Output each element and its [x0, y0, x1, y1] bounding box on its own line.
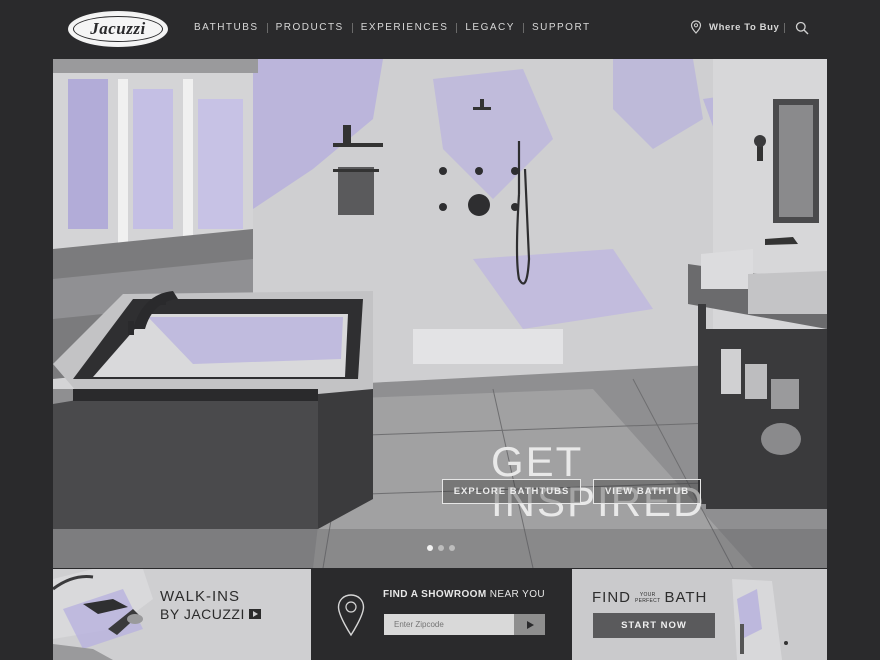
start-now-button[interactable]: START NOW: [593, 613, 715, 638]
zipcode-input[interactable]: [384, 614, 514, 635]
where-to-buy-link[interactable]: Where To Buy: [690, 20, 779, 34]
nav-legacy[interactable]: LEGACY: [457, 22, 523, 33]
hero-banner: GET INSPIRED: [53, 59, 827, 568]
play-icon: [248, 609, 261, 619]
walkins-title: WALK-INS: [160, 588, 240, 605]
logo-text: Jacuzzi: [90, 19, 146, 38]
showroom-panel: FIND A SHOWROOM NEAR YOU: [312, 569, 571, 660]
walkins-subtitle-row: BY JACUZZI: [160, 606, 261, 622]
find-bath-panel: FIND YOUR PERFECT BATH START NOW: [572, 569, 827, 660]
header-divider: [784, 23, 785, 33]
perfect-word: PERFECT: [635, 597, 661, 604]
explore-bathtubs-button[interactable]: EXPLORE BATHTUBS: [442, 479, 581, 504]
carousel-dot-1[interactable]: [427, 545, 433, 551]
carousel-dot-2[interactable]: [438, 545, 444, 551]
bathroom-hero-image: [53, 59, 827, 568]
jacuzzi-logo[interactable]: Jacuzzi: [68, 11, 168, 47]
play-arrow-icon: [526, 620, 534, 629]
nav-products[interactable]: PRODUCTS: [268, 22, 352, 33]
location-pin-icon: [337, 594, 365, 637]
nav-support[interactable]: SUPPORT: [524, 22, 599, 33]
view-bathtub-button[interactable]: VIEW BATHTUB: [593, 479, 701, 504]
search-icon[interactable]: [795, 21, 809, 35]
nav-experiences[interactable]: EXPERIENCES: [353, 22, 457, 33]
walkins-panel[interactable]: WALK-INS BY JACUZZI: [53, 569, 311, 660]
hero-buttons: EXPLORE BATHTUBS VIEW BATHTUB: [442, 479, 701, 504]
carousel-dots: [427, 545, 455, 551]
location-pin-icon: [690, 20, 702, 34]
showroom-title-rest: NEAR YOU: [486, 589, 546, 600]
showroom-title: FIND A SHOWROOM NEAR YOU: [383, 589, 545, 600]
walkins-subtitle: BY JACUZZI: [160, 606, 245, 622]
where-to-buy-label: Where To Buy: [709, 21, 780, 33]
carousel-dot-3[interactable]: [449, 545, 455, 551]
find-bath-heading: FIND YOUR PERFECT BATH: [592, 589, 707, 606]
main-nav: BATHTUBS PRODUCTS EXPERIENCES LEGACY SUP…: [186, 22, 599, 33]
nav-bathtubs[interactable]: BATHTUBS: [186, 22, 267, 33]
bath-word: BATH: [664, 589, 708, 606]
hero-title-line1: GET: [491, 438, 584, 485]
showroom-title-bold: FIND A SHOWROOM: [383, 589, 487, 600]
your-perfect-stack: YOUR PERFECT: [635, 592, 660, 604]
find-word: FIND: [592, 589, 631, 606]
site-header: Jacuzzi BATHTUBS PRODUCTS EXPERIENCES LE…: [0, 0, 880, 58]
zipcode-submit-button[interactable]: [514, 614, 545, 635]
